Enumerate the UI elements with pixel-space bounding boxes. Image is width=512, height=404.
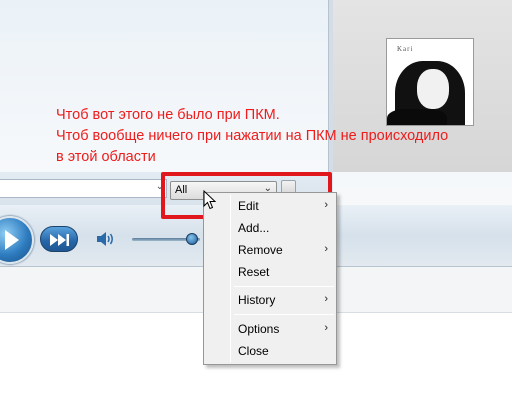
search-field[interactable]: ⌄ [0, 179, 167, 198]
menu-item-add[interactable]: Add... [206, 217, 334, 239]
menu-item-label: History [238, 293, 276, 307]
menu-item-remove[interactable]: Remove › [206, 239, 334, 261]
mouse-cursor-icon [203, 190, 216, 210]
next-icon [50, 234, 69, 246]
annotation-line-2: Чтоб вообще ничего при нажатии на ПКМ не… [56, 128, 449, 144]
annotation-text: Чтоб вот этого не было при ПКМ. Чтоб воо… [56, 105, 448, 168]
menu-item-label: Add... [238, 221, 270, 235]
menu-item-reset[interactable]: Reset [206, 261, 334, 283]
speaker-icon[interactable] [96, 232, 116, 246]
menu-item-label: Remove [238, 243, 283, 257]
menu-item-options[interactable]: Options › [206, 318, 334, 340]
volume-slider-thumb[interactable] [186, 233, 198, 245]
chevron-right-icon: › [324, 322, 328, 334]
menu-separator [234, 286, 334, 287]
menu-item-label: Close [238, 344, 269, 358]
play-icon [5, 230, 19, 250]
annotation-line-1: Чтоб вот этого не было при ПКМ. [56, 107, 280, 123]
menu-item-label: Edit [238, 199, 259, 213]
annotation-line-3: в этой области [56, 149, 156, 165]
menu-separator [234, 314, 334, 315]
context-menu: Edit › Add... Remove › Reset History › O… [203, 192, 337, 365]
menu-item-close[interactable]: Close [206, 340, 334, 362]
menu-item-edit[interactable]: Edit › [206, 195, 334, 217]
menu-item-label: Options [238, 322, 280, 336]
chevron-right-icon: › [324, 199, 328, 211]
chevron-right-icon: › [324, 293, 328, 305]
menu-item-history[interactable]: History › [206, 289, 334, 311]
next-track-button[interactable] [40, 226, 78, 252]
album-cover-title: Kari [397, 45, 414, 53]
menu-item-label: Reset [238, 265, 270, 279]
chevron-right-icon: › [324, 243, 328, 255]
